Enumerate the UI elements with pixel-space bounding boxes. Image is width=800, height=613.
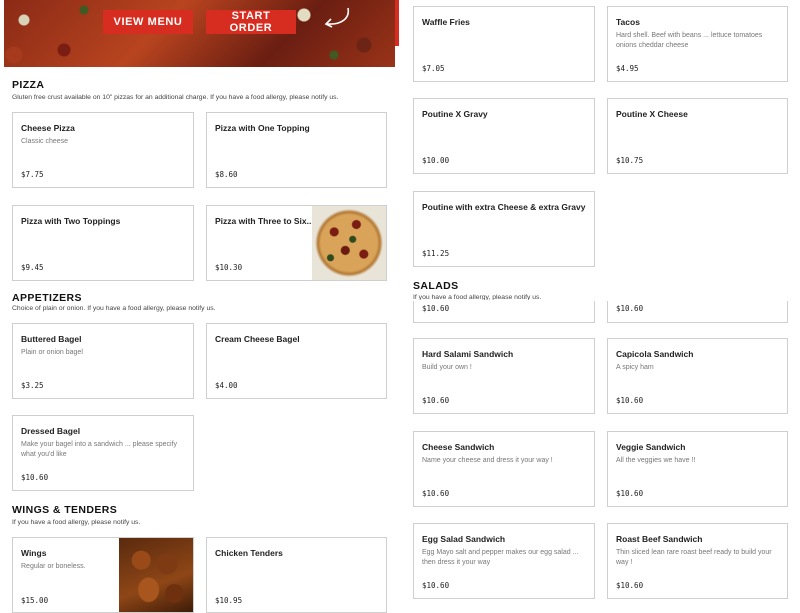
item-price: $10.60 [422, 581, 450, 590]
item-description: Classic cheese [21, 138, 69, 145]
item-price: $10.60 [616, 581, 644, 590]
item-name: Cream Cheese Bagel [215, 334, 300, 344]
menu-item-card[interactable]: Poutine X Cheese $10.75 [607, 98, 788, 174]
section-title-wings: WINGS & TENDERS [12, 504, 118, 516]
menu-item-card[interactable]: Buttered Bagel Plain or onion bagel $3.2… [12, 323, 194, 399]
item-name: Buttered Bagel [21, 334, 82, 344]
item-price: $10.30 [215, 263, 243, 272]
menu-item-card[interactable]: Waffle Fries $7.05 [413, 6, 595, 82]
item-price: $10.60 [422, 304, 450, 313]
item-name: Pizza with One Topping [215, 123, 310, 133]
item-name: Veggie Sandwich [616, 442, 686, 452]
menu-item-card[interactable]: Pizza with Three to Six... $10.30 [206, 205, 387, 281]
section-note-salads: If you have a food allergy, please notif… [413, 294, 542, 300]
item-name: Poutine X Cheese [616, 109, 688, 119]
menu-item-card[interactable]: Roast Beef Sandwich Thin sliced lean rar… [607, 523, 788, 599]
menu-item-card[interactable]: Egg Salad Sandwich Egg Mayo salt and pep… [413, 523, 595, 599]
item-price: $4.95 [616, 64, 639, 73]
menu-item-card[interactable]: Pizza with One Topping $8.60 [206, 112, 387, 188]
item-name: Capicola Sandwich [616, 349, 694, 359]
item-description: Build your own ! [422, 364, 472, 371]
item-name: Pizza with Two Toppings [21, 216, 121, 226]
section-note-wings: If you have a food allergy, please notif… [12, 519, 141, 526]
menu-item-card[interactable]: Hard Salami Sandwich Build your own ! $1… [413, 338, 595, 414]
item-price: $3.25 [21, 381, 44, 390]
item-name: Cheese Sandwich [422, 442, 495, 452]
menu-item-card[interactable]: Capicola Sandwich A spicy ham $10.60 [607, 338, 788, 414]
item-price: $10.60 [422, 396, 450, 405]
section-title-pizza: PIZZA [12, 79, 45, 91]
item-name: Wings [21, 548, 47, 558]
menu-item-card[interactable]: Veggie Sandwich All the veggies we have … [607, 431, 788, 507]
menu-item-card[interactable]: Cream Cheese Bagel $4.00 [206, 323, 387, 399]
menu-item-card[interactable]: Poutine with extra Cheese & extra Gravy … [413, 191, 595, 267]
hero-banner: VIEW MENU START ORDER [4, 0, 395, 67]
item-name: Dressed Bagel [21, 426, 81, 436]
item-description: Plain or onion bagel [21, 349, 83, 356]
menu-item-card-partial[interactable]: $10.60 [607, 301, 788, 323]
view-menu-button[interactable]: VIEW MENU [103, 10, 193, 34]
item-description: Thin sliced lean rare roast beef ready t… [616, 549, 772, 566]
item-name: Hard Salami Sandwich [422, 349, 514, 359]
menu-item-card[interactable]: Dressed Bagel Make your bagel into a san… [12, 415, 194, 491]
item-price: $7.75 [21, 170, 44, 179]
item-name: Tacos [616, 17, 640, 27]
menu-item-card[interactable]: Cheese Pizza Classic cheese $7.75 [12, 112, 194, 188]
item-name: Pizza with Three to Six... [215, 216, 314, 226]
item-name: Egg Salad Sandwich [422, 534, 506, 544]
item-name: Cheese Pizza [21, 123, 75, 133]
item-name: Poutine X Gravy [422, 109, 488, 119]
item-description: Hard shell. Beef with beans ... lettuce … [616, 32, 763, 49]
start-order-button[interactable]: START ORDER [206, 10, 296, 34]
item-name: Poutine with extra Cheese & extra Gravy [422, 202, 586, 212]
pizza-photo [312, 206, 386, 280]
item-price: $10.60 [616, 396, 644, 405]
item-price: $10.95 [215, 596, 243, 605]
wings-photo [119, 538, 193, 612]
menu-item-card[interactable]: Poutine X Gravy $10.00 [413, 98, 595, 174]
hero-edge [395, 0, 399, 46]
section-title-appetizers: APPETIZERS [12, 292, 82, 301]
item-price: $10.60 [422, 489, 450, 498]
section-title-salads: SALADS [413, 280, 459, 292]
item-price: $10.75 [616, 156, 644, 165]
item-description: A spicy ham [616, 364, 654, 371]
item-price: $9.45 [21, 263, 44, 272]
menu-item-card[interactable]: Cheese Sandwich Name your cheese and dre… [413, 431, 595, 507]
item-price: $10.60 [616, 304, 644, 313]
item-description: Make your bagel into a sandwich ... plea… [21, 441, 178, 458]
item-price: $10.00 [422, 156, 450, 165]
item-price: $4.00 [215, 381, 238, 390]
section-note-pizza: Gluten free crust available on 10" pizza… [12, 94, 339, 101]
section-note-appetizers: Choice of plain or onion. If you have a … [12, 305, 216, 312]
menu-item-card[interactable]: Wings Regular or boneless. $15.00 [12, 537, 194, 613]
item-price: $10.60 [21, 473, 49, 482]
item-price: $8.60 [215, 170, 238, 179]
item-price: $11.25 [422, 249, 450, 258]
menu-item-card[interactable]: Chicken Tenders $10.95 [206, 537, 387, 613]
item-name: Waffle Fries [422, 17, 470, 27]
item-price: $7.05 [422, 64, 445, 73]
item-price: $10.60 [616, 489, 644, 498]
item-description: All the veggies we have !! [616, 457, 696, 464]
menu-item-card[interactable]: Tacos Hard shell. Beef with beans ... le… [607, 6, 788, 82]
menu-item-card[interactable]: Pizza with Two Toppings $9.45 [12, 205, 194, 281]
item-price: $15.00 [21, 596, 49, 605]
item-description: Name your cheese and dress it your way ! [422, 457, 553, 464]
curved-arrow-icon [324, 7, 350, 28]
item-name: Roast Beef Sandwich [616, 534, 703, 544]
item-description: Egg Mayo salt and pepper makes our egg s… [422, 549, 579, 566]
item-name: Chicken Tenders [215, 548, 283, 558]
menu-item-card-partial[interactable]: $10.60 [413, 301, 595, 323]
